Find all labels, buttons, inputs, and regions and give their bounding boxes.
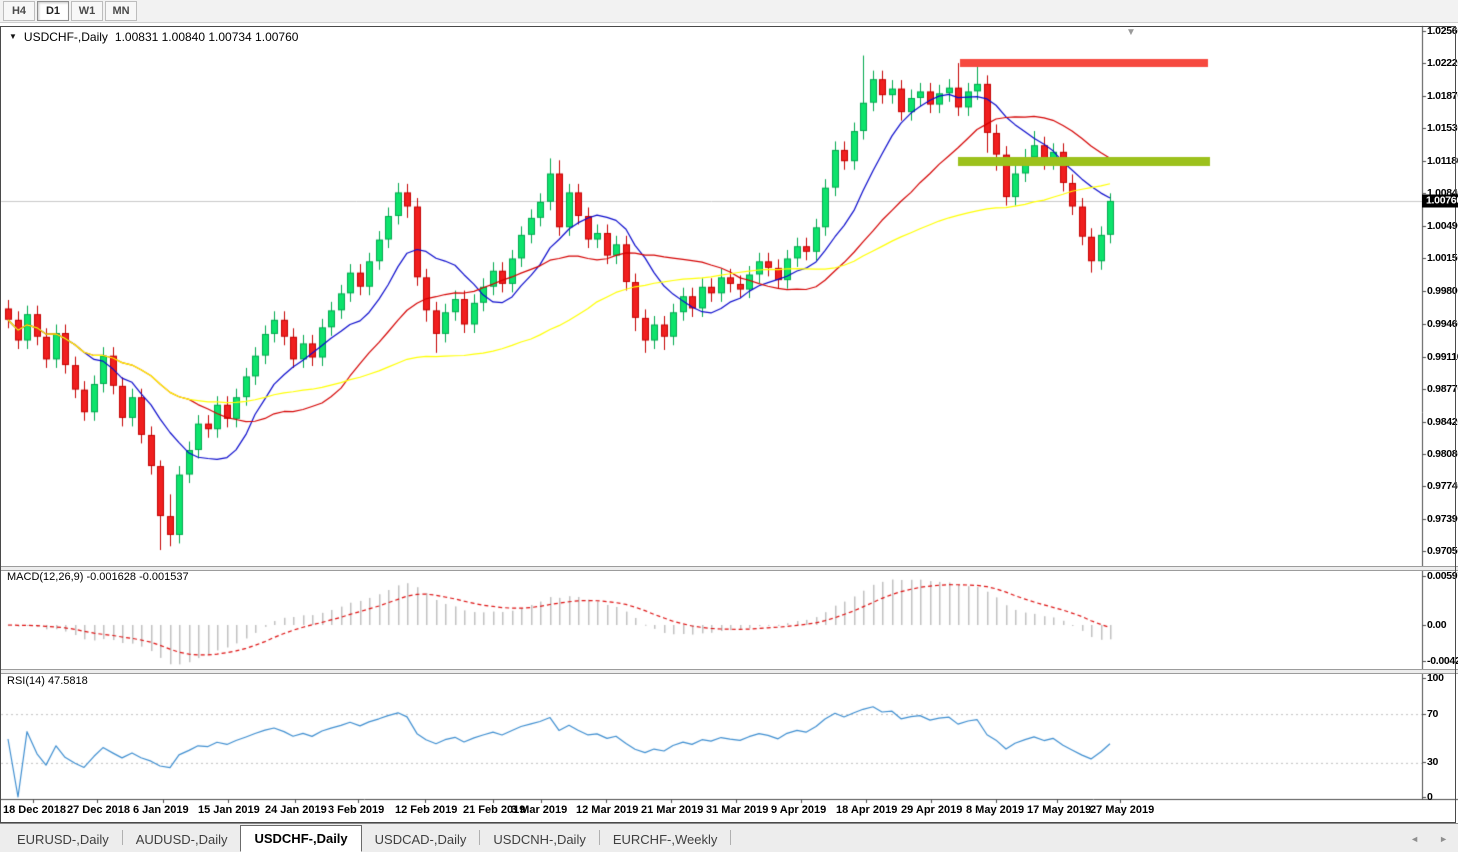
- date-tick-label: 27 May 2019: [1090, 804, 1154, 816]
- indicator-tick-label: 0: [1427, 791, 1433, 803]
- chart-title-quote: 1.00831 1.00840 1.00734 1.00760: [115, 30, 299, 44]
- price-tick-label: 0.97050: [1427, 545, 1458, 557]
- date-tick-label: 31 Mar 2019: [706, 804, 768, 816]
- chart-plot-area[interactable]: [0, 0, 1458, 852]
- price-tick-label: 1.01870: [1427, 90, 1458, 102]
- price-tick-label: 1.01530: [1427, 122, 1458, 134]
- chart-tab-bar: EURUSD-,DailyAUDUSD-,DailyUSDCHF-,DailyU…: [0, 823, 1458, 852]
- timeframe-button-mn[interactable]: MN: [105, 1, 137, 21]
- indicator-tick-label: 70: [1427, 708, 1438, 720]
- indicator-tick-label: 0.00597: [1427, 570, 1458, 582]
- price-tick-label: 0.99460: [1427, 318, 1458, 330]
- date-tick-label: 17 May 2019: [1027, 804, 1091, 816]
- current-price-tag: 1.00760: [1422, 194, 1458, 207]
- mt4-chart-window: H4D1W1MN ▼ USDCHF-,Daily 1.00831 1.00840…: [0, 0, 1458, 852]
- price-tick-label: 1.02220: [1427, 57, 1458, 69]
- date-tick-label: 12 Mar 2019: [576, 804, 638, 816]
- chart-tab-eurchf-weekly[interactable]: EURCHF-,Weekly: [600, 829, 731, 850]
- price-tick-label: 0.97390: [1427, 513, 1458, 525]
- indicator-tick-label: 30: [1427, 756, 1438, 768]
- date-tick-label: 18 Dec 2018: [3, 804, 66, 816]
- date-tick-label: 21 Mar 2019: [641, 804, 703, 816]
- date-tick-label: 6 Jan 2019: [133, 804, 189, 816]
- price-tick-label: 0.98770: [1427, 383, 1458, 395]
- macd-indicator-label: MACD(12,26,9) -0.001628 -0.001537: [7, 571, 189, 583]
- chart-tab-usdchf-daily[interactable]: USDCHF-,Daily: [240, 825, 361, 852]
- chart-tab-eurusd-daily[interactable]: EURUSD-,Daily: [4, 829, 122, 850]
- price-tick-label: 0.99800: [1427, 285, 1458, 297]
- price-tick-label: 0.97740: [1427, 480, 1458, 492]
- timeframe-button-w1[interactable]: W1: [71, 1, 103, 21]
- rsi-indicator-label: RSI(14) 47.5818: [7, 675, 88, 687]
- price-tick-label: 0.98420: [1427, 416, 1458, 428]
- indicator-tick-label: 0.00: [1427, 619, 1446, 631]
- tab-scroll-arrows: ◄►: [1410, 835, 1448, 844]
- chart-tab-audusd-daily[interactable]: AUDUSD-,Daily: [123, 829, 241, 850]
- chart-title-symbol: USDCHF-,Daily: [24, 30, 108, 44]
- mouse-cursor-icon: ▼: [1126, 27, 1136, 38]
- chart-menu-caret-icon[interactable]: ▼: [9, 33, 17, 41]
- indicator-tick-label: 100: [1427, 672, 1444, 684]
- price-tick-label: 1.00490: [1427, 220, 1458, 232]
- date-tick-label: 12 Feb 2019: [395, 804, 457, 816]
- date-tick-label: 24 Jan 2019: [265, 804, 327, 816]
- tab-divider: [730, 830, 731, 845]
- price-tick-label: 0.99110: [1427, 351, 1458, 363]
- date-tick-label: 9 Apr 2019: [771, 804, 826, 816]
- tab-scroll-right-icon[interactable]: ►: [1439, 835, 1448, 844]
- timeframe-toolbar: H4D1W1MN: [0, 0, 1458, 23]
- chart-title: ▼ USDCHF-,Daily 1.00831 1.00840 1.00734 …: [9, 30, 298, 44]
- tab-scroll-left-icon[interactable]: ◄: [1410, 835, 1419, 844]
- date-tick-label: 8 May 2019: [966, 804, 1024, 816]
- chart-tab-usdcnh-daily[interactable]: USDCNH-,Daily: [480, 829, 598, 850]
- main-macd-panel-divider[interactable]: [0, 566, 1458, 571]
- price-tick-label: 0.98080: [1427, 448, 1458, 460]
- price-tick-label: 1.00150: [1427, 252, 1458, 264]
- date-tick-label: 3 Mar 2019: [511, 804, 567, 816]
- date-tick-label: 29 Apr 2019: [901, 804, 962, 816]
- timeframe-button-d1[interactable]: D1: [37, 1, 69, 21]
- macd-rsi-panel-divider[interactable]: [0, 669, 1458, 674]
- date-tick-label: 15 Jan 2019: [198, 804, 260, 816]
- indicator-tick-label: -0.00424: [1427, 655, 1458, 667]
- price-tick-label: 1.01180: [1427, 155, 1458, 167]
- date-tick-label: 18 Apr 2019: [836, 804, 897, 816]
- date-tick-label: 27 Dec 2018: [67, 804, 130, 816]
- timeframe-button-h4[interactable]: H4: [3, 1, 35, 21]
- chart-tab-usdcad-daily[interactable]: USDCAD-,Daily: [362, 829, 480, 850]
- price-tick-label: 1.02560: [1427, 25, 1458, 37]
- date-tick-label: 3 Feb 2019: [328, 804, 384, 816]
